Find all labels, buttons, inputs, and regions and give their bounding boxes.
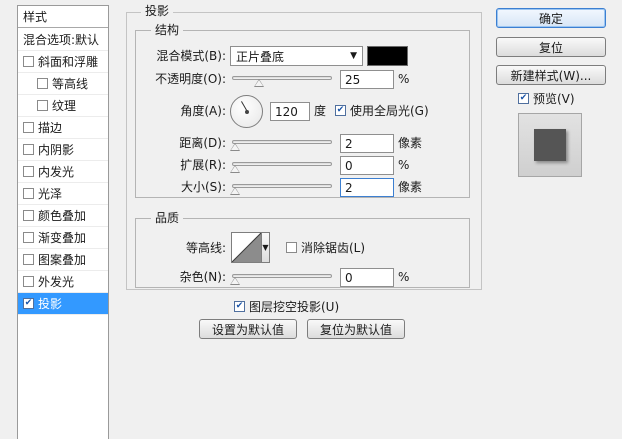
checkbox-icon[interactable] xyxy=(286,242,297,253)
sidebar-item-label: 描边 xyxy=(38,121,63,135)
blend-mode-value: 正片叠底 xyxy=(236,49,285,64)
sidebar-item-contour[interactable]: 等高线 xyxy=(18,73,108,95)
sidebar-item-label: 内发光 xyxy=(38,165,75,179)
style-preview xyxy=(518,113,582,177)
global-light-label[interactable]: 使用全局光(G) xyxy=(350,104,429,118)
angle-label: 角度(A): xyxy=(180,104,226,118)
checkbox-icon[interactable] xyxy=(37,78,48,89)
opacity-unit: % xyxy=(398,72,410,86)
sidebar-item-texture[interactable]: 纹理 xyxy=(18,95,108,117)
styles-list-header-label: 样式 xyxy=(23,10,48,24)
noise-input[interactable] xyxy=(340,268,394,287)
spread-unit: % xyxy=(398,158,410,172)
styles-list: 样式 混合选项:默认 斜面和浮雕 等高线 纹理 描边 内阴影 内发光 光泽 颜色… xyxy=(17,5,109,439)
new-style-button[interactable]: 新建样式(W)... xyxy=(496,65,606,85)
chevron-down-icon: ▼ xyxy=(350,51,357,61)
triangle-up-icon[interactable] xyxy=(230,277,240,285)
contour-curve-icon[interactable] xyxy=(231,232,262,263)
sidebar-item-label: 图案叠加 xyxy=(38,253,87,267)
check-icon[interactable]: ✔ xyxy=(518,93,529,104)
sidebar-item-label: 投影 xyxy=(38,297,63,311)
sidebar-item-label: 渐变叠加 xyxy=(38,231,87,245)
sidebar-item-label: 外发光 xyxy=(38,275,75,289)
size-input[interactable] xyxy=(340,178,394,197)
spread-label: 扩展(R): xyxy=(180,158,226,172)
contour-label: 等高线: xyxy=(185,241,226,255)
ok-button[interactable]: 确定 xyxy=(496,8,606,28)
opacity-slider[interactable] xyxy=(232,76,332,80)
checkbox-icon[interactable] xyxy=(23,188,34,199)
distance-input[interactable] xyxy=(340,134,394,153)
size-label: 大小(S): xyxy=(180,180,226,194)
triangle-up-icon[interactable] xyxy=(254,79,264,87)
reset-button[interactable]: 复位 xyxy=(496,37,606,57)
checkbox-icon[interactable] xyxy=(23,122,34,133)
angle-unit: 度 xyxy=(314,104,327,118)
knockout-label[interactable]: 图层挖空投影(U) xyxy=(249,300,339,314)
sidebar-item-inner-glow[interactable]: 内发光 xyxy=(18,161,108,183)
preview-label[interactable]: 预览(V) xyxy=(533,92,575,106)
check-icon[interactable]: ✔ xyxy=(23,298,34,309)
triangle-up-icon[interactable] xyxy=(230,165,240,173)
sidebar-item-label: 纹理 xyxy=(52,99,77,113)
sidebar-item-label: 等高线 xyxy=(52,77,89,91)
spread-slider[interactable] xyxy=(232,162,332,166)
blend-mode-select[interactable]: 正片叠底 ▼ xyxy=(230,46,363,66)
sidebar-item-blending-options[interactable]: 混合选项:默认 xyxy=(18,29,108,51)
opacity-input[interactable] xyxy=(340,70,394,89)
spread-input[interactable] xyxy=(340,156,394,175)
check-icon[interactable]: ✔ xyxy=(234,301,245,312)
chevron-down-icon[interactable]: ▼ xyxy=(262,232,270,263)
triangle-up-icon[interactable] xyxy=(230,143,240,151)
structure-title: 结构 xyxy=(151,23,184,37)
noise-slider[interactable] xyxy=(232,274,332,278)
sidebar-item-label: 斜面和浮雕 xyxy=(38,55,99,69)
sidebar-item-drop-shadow[interactable]: ✔ 投影 xyxy=(18,293,108,315)
checkbox-icon[interactable] xyxy=(23,56,34,67)
angle-dial-icon[interactable] xyxy=(230,95,263,128)
checkbox-icon[interactable] xyxy=(23,232,34,243)
quality-title: 品质 xyxy=(151,211,184,225)
sidebar-item-label: 混合选项:默认 xyxy=(23,33,100,47)
distance-slider[interactable] xyxy=(232,140,332,144)
sidebar-item-label: 颜色叠加 xyxy=(38,209,87,223)
make-default-button[interactable]: 设置为默认值 xyxy=(199,319,297,339)
sidebar-item-gradient-overlay[interactable]: 渐变叠加 xyxy=(18,227,108,249)
sidebar-item-bevel-emboss[interactable]: 斜面和浮雕 xyxy=(18,51,108,73)
size-slider[interactable] xyxy=(232,184,332,188)
shadow-color-swatch[interactable] xyxy=(367,46,408,66)
sidebar-item-label: 光泽 xyxy=(38,187,63,201)
sidebar-item-stroke[interactable]: 描边 xyxy=(18,117,108,139)
sidebar-item-inner-shadow[interactable]: 内阴影 xyxy=(18,139,108,161)
sidebar-item-pattern-overlay[interactable]: 图案叠加 xyxy=(18,249,108,271)
check-icon[interactable]: ✔ xyxy=(335,105,346,116)
reset-default-button[interactable]: 复位为默认值 xyxy=(307,319,405,339)
sidebar-item-label: 内阴影 xyxy=(38,143,75,157)
checkbox-icon[interactable] xyxy=(23,166,34,177)
angle-input[interactable] xyxy=(270,102,310,121)
blend-mode-label: 混合模式(B): xyxy=(156,49,226,63)
sidebar-item-outer-glow[interactable]: 外发光 xyxy=(18,271,108,293)
opacity-label: 不透明度(O): xyxy=(155,72,226,86)
sidebar-item-color-overlay[interactable]: 颜色叠加 xyxy=(18,205,108,227)
size-unit: 像素 xyxy=(398,180,423,194)
styles-list-header: 样式 xyxy=(18,6,108,28)
panel-title: 投影 xyxy=(141,4,174,18)
triangle-up-icon[interactable] xyxy=(230,187,240,195)
preview-swatch xyxy=(534,129,566,161)
sidebar-item-satin[interactable]: 光泽 xyxy=(18,183,108,205)
checkbox-icon[interactable] xyxy=(37,100,48,111)
checkbox-icon[interactable] xyxy=(23,276,34,287)
anti-alias-label[interactable]: 消除锯齿(L) xyxy=(301,241,365,255)
noise-label: 杂色(N): xyxy=(179,270,226,284)
checkbox-icon[interactable] xyxy=(23,210,34,221)
noise-unit: % xyxy=(398,270,410,284)
distance-unit: 像素 xyxy=(398,136,423,150)
checkbox-icon[interactable] xyxy=(23,254,34,265)
checkbox-icon[interactable] xyxy=(23,144,34,155)
distance-label: 距离(D): xyxy=(179,136,226,150)
